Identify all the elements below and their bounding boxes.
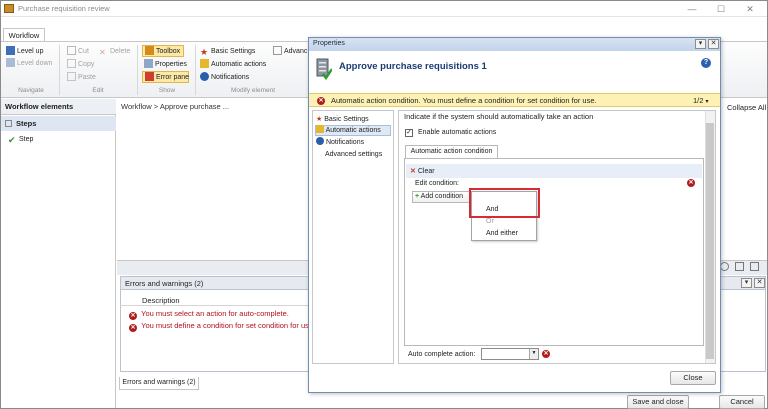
edit-condition-label: Edit condition: xyxy=(415,180,459,187)
copy-icon xyxy=(67,59,76,68)
advanced-icon xyxy=(273,46,282,55)
cut-icon xyxy=(67,46,76,55)
automatic-actions-icon xyxy=(200,59,209,68)
errors-pane-menu-icon[interactable]: ▾ xyxy=(741,278,752,288)
cancel-button[interactable]: Cancel xyxy=(719,395,765,409)
enable-automatic-actions-checkbox[interactable]: ✓ xyxy=(405,129,413,137)
properties-button[interactable]: Properties xyxy=(144,59,187,71)
minimize-icon[interactable]: — xyxy=(679,2,705,16)
save-and-close-button[interactable]: Save and close xyxy=(627,395,689,409)
cut-button[interactable]: Cut xyxy=(67,46,89,58)
close-button[interactable]: Close xyxy=(670,371,716,385)
pager-arrow-icon[interactable]: ▾ xyxy=(706,99,709,105)
advanced-button[interactable]: Advanc xyxy=(273,46,307,58)
paste-icon xyxy=(67,72,76,81)
plus-icon: + xyxy=(415,193,420,200)
steps-category[interactable]: Steps xyxy=(1,116,116,131)
tab-automatic-action-condition[interactable]: Automatic action condition xyxy=(405,145,498,158)
breadcrumb[interactable]: Workflow > Approve purchase ... xyxy=(121,102,229,111)
error-row[interactable]: ✕ You must define a condition for set co… xyxy=(129,321,309,332)
star-icon: ★ xyxy=(316,116,323,123)
notifications-icon xyxy=(316,137,324,145)
paste-button[interactable]: Paste xyxy=(67,72,96,84)
dialog-close-icon[interactable]: ✕ xyxy=(708,39,719,49)
maximize-icon[interactable]: ☐ xyxy=(708,2,734,16)
step-element[interactable]: ✔ Step xyxy=(8,134,33,146)
automatic-actions-button[interactable]: Automatic actions xyxy=(200,59,266,71)
highlight-box xyxy=(469,188,540,218)
menu-item-and-either[interactable]: And either xyxy=(486,230,518,237)
notifications-button[interactable]: Notifications xyxy=(200,72,249,84)
group-navigate: Navigate xyxy=(18,87,44,94)
error-icon: ✕ xyxy=(129,312,137,320)
grid-icon[interactable] xyxy=(750,262,759,271)
error-icon: ✕ xyxy=(687,179,695,187)
auto-complete-label: Auto complete action: xyxy=(408,351,476,358)
enable-automatic-actions-label: Enable automatic actions xyxy=(418,129,497,136)
level-up-button[interactable]: Level up xyxy=(6,46,43,58)
error-icon: ✕ xyxy=(317,97,325,105)
fit-icon[interactable] xyxy=(735,262,744,271)
group-edit: Edit xyxy=(92,87,104,94)
step-icon: ✔ xyxy=(8,135,16,145)
workflow-elements-header: Workflow elements xyxy=(1,99,116,115)
toolbox-icon xyxy=(145,46,154,55)
errors-pane-close-icon[interactable]: ✕ xyxy=(754,278,765,288)
notifications-icon xyxy=(200,72,209,81)
collapse-all-link[interactable]: Collapse All xyxy=(727,103,766,112)
level-down-button[interactable]: Level down xyxy=(6,58,52,70)
nav-advanced-settings[interactable]: Advanced settings xyxy=(325,149,382,160)
instruction-text: Indicate if the system should automatica… xyxy=(404,112,594,121)
separator xyxy=(195,45,196,95)
delete-icon: ✕ xyxy=(99,48,106,57)
nav-automatic-actions[interactable]: Automatic actions xyxy=(316,125,381,136)
add-condition-button[interactable]: + Add condition xyxy=(412,191,472,203)
basic-settings-button[interactable]: ★ Basic Settings xyxy=(200,46,255,58)
menu-item-or[interactable]: Or xyxy=(486,218,494,225)
error-row[interactable]: ✕ You must select an action for auto-com… xyxy=(129,309,289,320)
warning-bar: ✕ Automatic action condition. You must d… xyxy=(309,93,720,107)
scrollbar-thumb[interactable] xyxy=(706,123,714,359)
nav-basic-settings[interactable]: ★ Basic Settings xyxy=(316,114,369,125)
error-pane-icon xyxy=(145,72,154,81)
dialog-title: Properties xyxy=(309,38,720,51)
level-up-icon xyxy=(6,46,15,55)
copy-button[interactable]: Copy xyxy=(67,59,94,71)
steps-icon xyxy=(5,120,12,127)
app-icon xyxy=(4,4,14,13)
help-icon[interactable]: ? xyxy=(701,58,711,68)
approval-step-icon xyxy=(316,58,332,80)
separator xyxy=(59,45,60,95)
level-down-icon xyxy=(6,58,15,67)
delete-button[interactable]: ✕ Delete xyxy=(99,46,130,58)
separator xyxy=(137,45,138,95)
dialog-menu-icon[interactable]: ▾ xyxy=(695,39,706,49)
chevron-down-icon[interactable]: ▼ xyxy=(529,349,538,359)
toolbox-button[interactable]: Toolbox xyxy=(142,45,184,57)
error-icon: ✕ xyxy=(129,324,137,332)
clear-icon: ✕ xyxy=(410,168,416,175)
nav-notifications[interactable]: Notifications xyxy=(316,137,364,148)
clear-button[interactable]: ✕ Clear xyxy=(406,164,702,178)
zoom-icon[interactable] xyxy=(720,262,729,271)
star-icon: ★ xyxy=(200,47,209,57)
separator xyxy=(120,305,310,306)
close-icon[interactable]: ✕ xyxy=(737,2,763,16)
tab-errors-and-warnings[interactable]: Errors and warnings (2) xyxy=(119,377,199,390)
tab-workflow[interactable]: Workflow xyxy=(3,28,45,42)
dialog-heading: Approve purchase requisitions 1 xyxy=(339,61,487,72)
warning-pager[interactable]: 1/2 ▾ xyxy=(693,96,709,105)
group-modify-element: Modify element xyxy=(230,87,276,94)
error-pane-button[interactable]: Error pane xyxy=(142,71,189,83)
error-icon: ✕ xyxy=(542,350,550,358)
automatic-actions-icon xyxy=(316,125,324,133)
window-title: Purchase requisition review xyxy=(18,4,110,13)
properties-icon xyxy=(144,59,153,68)
title-bar: Purchase requisition review — ☐ ✕ xyxy=(1,1,767,17)
description-column-header[interactable]: Description xyxy=(142,296,180,305)
group-show: Show xyxy=(158,87,176,94)
